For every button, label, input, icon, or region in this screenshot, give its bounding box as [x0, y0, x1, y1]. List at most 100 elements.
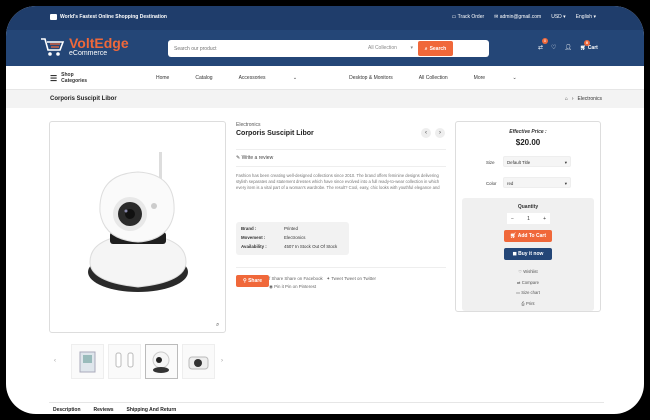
logo-title: VoltEdge — [69, 35, 129, 51]
nav-item-accessories[interactable]: Accessories ⌄ — [239, 75, 324, 81]
product-image[interactable] — [49, 121, 226, 333]
breadcrumb: ⌂ › Electronics — [565, 96, 602, 102]
add-to-cart-button[interactable]: 🛒︎ Add To Cart — [504, 230, 552, 242]
search-category-label: All Collection — [368, 45, 397, 51]
tab-description[interactable]: Description — [53, 407, 81, 414]
heart-icon: ♡ — [518, 269, 523, 274]
size-chart-link[interactable]: ▭ Size chart — [462, 288, 594, 299]
wishlist-icon[interactable]: ♡ — [551, 44, 556, 51]
share-button[interactable]: ⚲ Share — [236, 275, 269, 287]
twitter-share-link[interactable]: ✦ Tweet Tweet on Twitter — [326, 276, 376, 281]
nav-item-catalog[interactable]: Catalog — [195, 75, 212, 81]
compare-button[interactable]: ⇄ 0 — [538, 38, 548, 51]
thumbnail-1[interactable] — [71, 344, 104, 379]
facebook-share-label: Share Share on Facebook — [271, 276, 323, 281]
home-icon[interactable]: ⌂ — [565, 96, 568, 102]
thumbnail-2-image — [115, 352, 134, 368]
top-bar: World's Fastest Online Shopping Destinat… — [6, 6, 644, 30]
chevron-down-icon: ▾ — [564, 160, 567, 165]
nav-item-accessories-label: Accessories — [238, 75, 266, 81]
size-label: Size — [486, 160, 495, 165]
search-button[interactable]: ⌕ Search — [418, 41, 453, 56]
next-product-button[interactable]: › — [435, 128, 445, 138]
spec-key: Brand : — [241, 226, 257, 231]
spec-key: Movement : — [241, 235, 266, 240]
thumbnail-2[interactable] — [108, 344, 141, 379]
nav-item-more-label: More — [473, 75, 486, 81]
track-order-label: Track Order — [457, 14, 485, 20]
pinterest-share-link[interactable]: ◉ Pin it Pin on Pinterest — [269, 284, 316, 289]
nav-item-desktop-monitors[interactable]: Desktop & Monitors — [349, 75, 393, 81]
logo[interactable]: VoltEdge eCommerce — [40, 36, 129, 58]
cart-button[interactable]: 🛒︎ Cart 0 — [580, 39, 598, 51]
logo-subtitle: eCommerce — [69, 50, 108, 57]
write-review-label: Write a review — [241, 155, 274, 161]
thumbnail-strip: ‹ › — [49, 344, 229, 380]
color-select[interactable]: red ▾ — [503, 177, 571, 188]
page-title: Corporis Suscipit Libor — [50, 96, 117, 102]
color-label: Color — [486, 181, 497, 186]
language-label: English — [575, 14, 593, 20]
compare-link[interactable]: ⇄ Compare — [462, 278, 594, 289]
purchase-panel: Effective Price : $20.00 Size Default Ti… — [455, 121, 601, 312]
product-category: Electronics — [236, 122, 261, 128]
thumbnail-3-image — [152, 351, 170, 373]
track-order-link[interactable]: ▭ Track Order — [452, 14, 485, 20]
product-description: Fashion has been creating well-designed … — [236, 173, 440, 190]
chevron-left-icon[interactable]: ‹ — [54, 358, 56, 364]
bag-icon: ◼ — [512, 251, 517, 257]
print-label: Print — [525, 300, 535, 306]
main-nav: ☰ Shop Categories Home Catalog Accessorie… — [6, 66, 644, 90]
increase-quantity-button[interactable]: + — [539, 216, 550, 222]
buy-now-label: Buy it now — [518, 251, 544, 257]
product-title: Corporis Suscipit Libor — [236, 130, 314, 137]
breadcrumb-separator-icon: › — [571, 96, 574, 102]
header-icons: ⇄ 0 ♡ 👤︎ 🛒︎ Cart 0 — [538, 38, 598, 51]
spec-row: Availability : 4507 In Stock Out Of Stock — [241, 244, 337, 249]
quantity-value[interactable]: 1 — [527, 216, 530, 222]
chevron-down-icon: ▾ — [593, 14, 596, 20]
divider — [236, 267, 446, 268]
product-price: $20.00 — [515, 138, 541, 147]
product-tabs: Description Reviews Shipping And Return — [49, 402, 604, 414]
header: VoltEdge eCommerce Search our store All … — [6, 30, 644, 66]
tab-shipping-return[interactable]: Shipping And Return — [127, 407, 177, 414]
previous-product-button[interactable]: ‹ — [421, 128, 431, 138]
zoom-icon[interactable]: ⌕ — [216, 322, 219, 329]
write-review-link[interactable]: ✎ Write a review — [236, 155, 273, 161]
print-link[interactable]: ⎙ Print — [462, 299, 594, 310]
wishlist-link[interactable]: ♡ Wishlist — [462, 267, 594, 278]
size-select[interactable]: Default Title ▾ — [503, 156, 571, 167]
chevron-right-icon[interactable]: › — [221, 358, 223, 364]
thumbnail-4[interactable] — [182, 344, 215, 379]
user-icon[interactable]: 👤︎ — [564, 44, 572, 51]
facebook-share-link[interactable]: f Share Share on Facebook — [269, 276, 323, 281]
compare-label: Compare — [521, 279, 539, 285]
hamburger-icon: ☰ — [50, 73, 58, 83]
compare-count-badge: 0 — [542, 38, 548, 44]
pencil-icon: ✎ — [236, 155, 241, 161]
share-icon: ⚲ — [243, 278, 247, 284]
search-button-label: Search — [429, 45, 447, 52]
thumbnail-3[interactable] — [145, 344, 178, 379]
email-link[interactable]: ✉ admin@gmail.com — [494, 14, 541, 20]
nav-item-all-collection[interactable]: All Collection — [419, 75, 448, 81]
language-select[interactable]: English ▾ — [576, 14, 596, 20]
shop-categories-menu[interactable]: ☰ Shop Categories — [50, 72, 87, 84]
page-frame: World's Fastest Online Shopping Destinat… — [6, 6, 644, 414]
pinterest-share-label: Pin it Pin on Pinterest — [274, 284, 317, 289]
search-category-select[interactable]: All Collection ▾ — [368, 45, 413, 51]
buy-now-button[interactable]: ◼ Buy it now — [504, 248, 552, 260]
tab-reviews[interactable]: Reviews — [94, 407, 114, 414]
nav-item-home[interactable]: Home — [156, 75, 169, 81]
cart-label: Cart — [587, 44, 598, 51]
currency-select[interactable]: USD ▾ — [551, 14, 565, 20]
chevron-down-icon: ▾ — [564, 181, 567, 186]
nav-item-more[interactable]: More ⌄ — [474, 75, 543, 81]
search-input[interactable] — [174, 43, 354, 54]
social-share: f Share Share on Facebook ✦ Tweet Tweet … — [269, 275, 376, 291]
wishlist-label: Wishlist — [523, 269, 538, 274]
truck-icon: ▭ — [451, 14, 457, 20]
thumbnail-4-image — [188, 356, 209, 370]
decrease-quantity-button[interactable]: − — [507, 216, 518, 222]
